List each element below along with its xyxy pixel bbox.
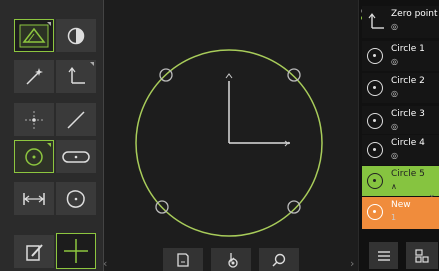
document-icon [177,252,189,267]
scroll-chevron-icon[interactable]: ⌄ [428,190,436,200]
circle-icon [25,147,43,166]
measure-probe-tool[interactable] [14,19,54,52]
submenu-indicator-icon [47,22,51,26]
feature-status: 1 [391,213,397,222]
measurement-canvas[interactable] [104,0,358,271]
line-tool[interactable] [56,103,96,136]
feature-list-item[interactable]: Circle 2 ◎ [362,73,439,103]
feature-status: ◎ [391,89,398,98]
feature-status: ∧ [391,182,397,191]
distance-tool[interactable] [14,182,54,215]
slot-icon [62,150,90,163]
feature-list-item[interactable]: Zero point ◎ [362,6,439,38]
crosshair-icon [64,239,88,263]
feature-name: Circle 2 [391,76,425,86]
magic-wand-icon [26,67,43,85]
circle-icon [367,173,383,189]
contrast-tool[interactable] [56,19,96,52]
probe-marker-top-right [287,68,301,82]
document-button[interactable] [163,248,203,271]
distance-icon [23,192,45,205]
axis-icon [68,66,85,84]
slot-tool[interactable] [56,140,96,173]
layout-button[interactable] [406,242,438,269]
zoom-settings-button[interactable] [211,248,251,271]
axis-icon [368,13,384,29]
probe-marker-bottom-right [287,200,301,214]
blob-tool[interactable] [56,182,96,215]
auto-detect-tool[interactable] [14,60,54,93]
menu-button[interactable] [369,242,398,269]
feature-status: ◎ [391,57,398,66]
search-button[interactable] [259,248,299,271]
y-axis-arrow-icon [225,73,233,79]
contrast-icon [67,27,85,44]
circle-icon [367,113,383,129]
circle-tool[interactable] [14,140,54,173]
triangle-probe-icon [19,24,49,47]
crosshair-tool[interactable] [56,233,96,269]
feature-list-item[interactable]: Circle 3 ◎ [362,106,439,134]
feature-name: Circle 5 [391,169,425,179]
chevron-left-icon[interactable]: ‹ [103,257,107,270]
layout-icon [415,248,429,263]
coordinate-system-tool[interactable] [56,60,96,93]
feature-name: Circle 1 [391,44,425,54]
feature-name: Circle 3 [391,109,425,119]
edit-icon [26,243,43,261]
submenu-indicator-icon [90,62,94,66]
zoom-settings-icon [228,252,238,268]
circle-icon [367,80,383,96]
circle-icon [367,48,383,64]
feature-status: ◎ [391,22,398,31]
point-tool[interactable] [14,103,54,136]
point-icon [25,110,43,129]
chevron-right-icon[interactable]: › [350,257,354,270]
feature-list-item[interactable]: Circle 1 ◎ [362,41,439,71]
submenu-indicator-icon [47,143,51,147]
search-icon [272,253,286,267]
menu-icon [377,250,390,261]
manual-measure-tool[interactable] [14,235,54,268]
feature-list-item[interactable]: Circle 4 ◎ [362,135,439,165]
tool-palette [0,0,102,271]
blob-icon [66,189,85,208]
feature-name: Circle 4 [391,138,425,148]
circle-icon [367,204,383,220]
feature-name: New [391,200,411,210]
circle-icon [367,142,383,158]
feature-list-item[interactable]: New 1 [362,197,439,229]
feature-status: ◎ [391,151,398,160]
feature-status: ◎ [391,122,398,131]
line-icon [67,110,85,129]
canvas-overlay [135,49,323,237]
feature-name: Zero point [391,9,438,19]
